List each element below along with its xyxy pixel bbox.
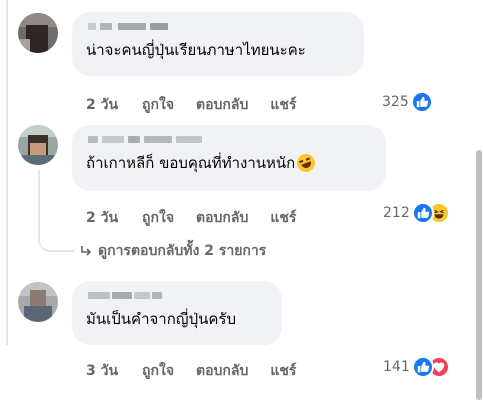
like-icon bbox=[411, 356, 434, 378]
timestamp[interactable]: 3 วัน bbox=[86, 360, 118, 382]
author-name-redacted[interactable] bbox=[86, 289, 268, 303]
reply-button[interactable]: ตอบกลับ bbox=[196, 360, 248, 382]
comment-3: มันเป็นคำจากญี่ปุ่นครับ 3 วัน ถูกใจ ตอบก… bbox=[0, 0, 470, 390]
like-button[interactable]: ถูกใจ bbox=[142, 360, 174, 382]
share-button[interactable]: แชร์ bbox=[270, 360, 296, 382]
scrollbar-thumb[interactable] bbox=[476, 150, 482, 400]
reaction-summary[interactable]: 141 bbox=[383, 356, 450, 378]
like-icon bbox=[410, 91, 433, 113]
like-icon bbox=[411, 202, 434, 224]
comment-thread: น่าจะคนญี่ปุ่นเรียนภาษาไทยนะคะ 2 วัน ถูก… bbox=[0, 0, 483, 400]
comment-text: มันเป็นคำจากญี่ปุ่นครับ bbox=[86, 310, 236, 328]
comment-actions: 3 วัน ถูกใจ ตอบกลับ แชร์ bbox=[86, 360, 296, 382]
scrollbar[interactable] bbox=[475, 0, 483, 400]
next-comment-partial bbox=[80, 392, 440, 400]
avatar[interactable] bbox=[18, 282, 58, 322]
reaction-count: 141 bbox=[383, 359, 410, 375]
comment-bubble: มันเป็นคำจากญี่ปุ่นครับ bbox=[72, 281, 282, 345]
